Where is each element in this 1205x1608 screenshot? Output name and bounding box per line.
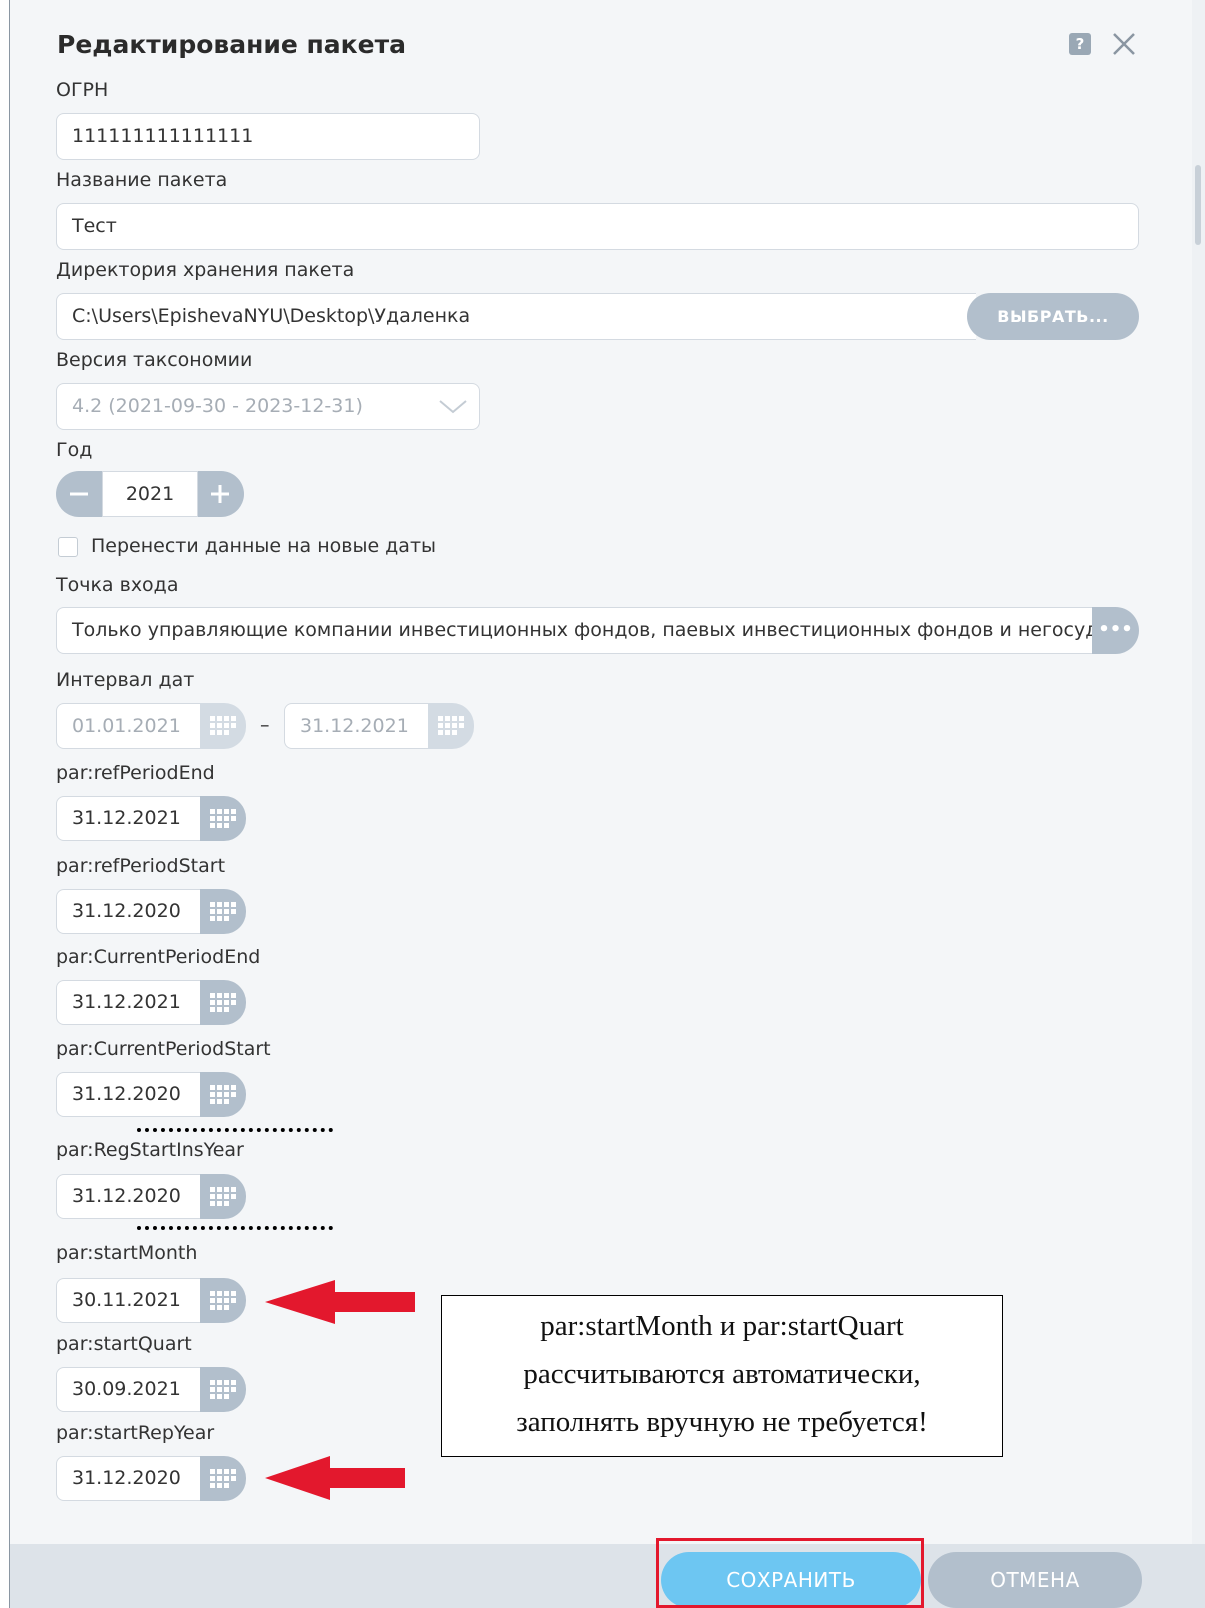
entry-point-input[interactable]: Только управляющие компании инвестиционн… — [56, 607, 1096, 654]
omission-dotted-line — [137, 1226, 333, 1230]
red-arrow-icon — [265, 1456, 405, 1504]
entry-point-label: Точка входа — [56, 574, 179, 596]
annotation-line-2: рассчитываются автоматически, — [523, 1358, 921, 1390]
param-label-CurrentPeriodEnd: par:CurrentPeriodEnd — [56, 946, 261, 968]
ogrn-input[interactable]: 111111111111111 — [56, 113, 480, 160]
package-name-input[interactable]: Тест — [56, 203, 1139, 250]
param-label-refPeriodEnd: par:refPeriodEnd — [56, 762, 215, 784]
annotation-line-3: заполнять вручную не требуется! — [516, 1406, 928, 1438]
param-date-input-CurrentPeriodEnd[interactable]: 31.12.2021 — [56, 980, 202, 1025]
year-increment-button[interactable] — [198, 471, 244, 517]
param-label-startQuart: par:startQuart — [56, 1333, 192, 1355]
calendar-icon[interactable] — [200, 1456, 246, 1501]
scrollbar-thumb[interactable] — [1195, 165, 1201, 245]
red-arrow-icon — [265, 1280, 415, 1328]
param-date-input-refPeriodEnd[interactable]: 31.12.2021 — [56, 796, 202, 841]
param-date-input-CurrentPeriodStart[interactable]: 31.12.2020 — [56, 1072, 202, 1117]
omission-dotted-line — [137, 1128, 333, 1132]
param-label-refPeriodStart: par:refPeriodStart — [56, 855, 226, 877]
choose-dir-button[interactable]: ВЫБРАТЬ... — [967, 293, 1139, 340]
param-date-input-startMonth[interactable]: 30.11.2021 — [56, 1278, 202, 1323]
param-date-input-startRepYear[interactable]: 31.12.2020 — [56, 1456, 202, 1501]
date-to-input[interactable]: 31.12.2021 — [284, 703, 430, 749]
cancel-button[interactable]: ОТМЕНА — [928, 1552, 1142, 1608]
package-name-label: Название пакета — [56, 169, 228, 191]
calendar-icon[interactable] — [200, 980, 246, 1025]
calendar-icon[interactable] — [200, 1072, 246, 1117]
close-icon[interactable] — [1106, 26, 1142, 62]
param-date-input-refPeriodStart[interactable]: 31.12.2020 — [56, 889, 202, 934]
date-from-input[interactable]: 01.01.2021 — [56, 703, 202, 749]
calendar-icon[interactable] — [200, 1367, 246, 1412]
year-label: Год — [56, 439, 93, 461]
chevron-down-icon[interactable] — [438, 398, 468, 420]
param-label-startMonth: par:startMonth — [56, 1242, 198, 1264]
ogrn-label: ОГРН — [56, 79, 109, 101]
storage-dir-input[interactable]: C:\Users\EpishevaNYU\Desktop\Удаленка — [56, 293, 976, 340]
save-button-highlight — [656, 1538, 924, 1608]
calendar-icon[interactable] — [428, 703, 474, 749]
param-label-startRepYear: par:startRepYear — [56, 1422, 215, 1444]
taxonomy-label: Версия таксономии — [56, 349, 253, 371]
edit-package-dialog: Редактирование пакета ? ОГРН 11111111111… — [9, 0, 1205, 1608]
calendar-icon[interactable] — [200, 1278, 246, 1323]
entry-point-more-button[interactable]: ••• — [1092, 607, 1139, 654]
date-interval-separator: – — [260, 714, 270, 736]
calendar-icon[interactable] — [200, 703, 246, 749]
transfer-data-checkbox[interactable] — [58, 537, 78, 557]
date-interval-label: Интервал дат — [56, 669, 195, 691]
param-date-input-RegStartInsYear[interactable]: 31.12.2020 — [56, 1174, 202, 1219]
help-icon[interactable]: ? — [1069, 33, 1091, 55]
annotation-note: par:startMonth и par:startQuart рассчиты… — [441, 1295, 1003, 1457]
taxonomy-selected-value: 4.2 (2021-09-30 - 2023-12-31) — [72, 395, 363, 417]
calendar-icon[interactable] — [200, 796, 246, 841]
dialog-title: Редактирование пакета — [57, 30, 406, 59]
year-input[interactable]: 2021 — [102, 471, 198, 517]
transfer-data-label: Перенести данные на новые даты — [91, 535, 437, 557]
param-label-RegStartInsYear: par:RegStartInsYear — [56, 1139, 244, 1161]
param-label-CurrentPeriodStart: par:CurrentPeriodStart — [56, 1038, 271, 1060]
storage-dir-label: Директория хранения пакета — [56, 259, 355, 281]
calendar-icon[interactable] — [200, 889, 246, 934]
taxonomy-select[interactable]: 4.2 (2021-09-30 - 2023-12-31) — [56, 383, 480, 430]
annotation-line-1: par:startMonth и par:startQuart — [540, 1310, 904, 1342]
year-decrement-button[interactable] — [56, 471, 102, 517]
param-date-input-startQuart[interactable]: 30.09.2021 — [56, 1367, 202, 1412]
calendar-icon[interactable] — [200, 1174, 246, 1219]
